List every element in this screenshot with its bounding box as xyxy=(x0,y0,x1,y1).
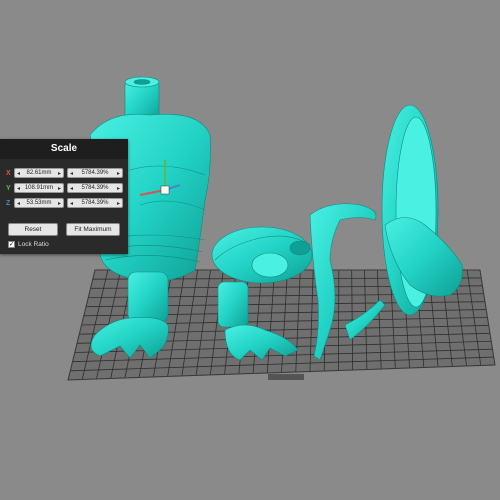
lock-ratio-row[interactable]: ✓ Lock Ratio xyxy=(8,241,49,248)
scale-panel: Scale X ◂ 82.61mm ▸ ◂ 5784.39% ▸ Y ◂ 108… xyxy=(0,139,128,254)
x-percent-input[interactable]: ◂ 5784.39% ▸ xyxy=(67,168,123,178)
scale-row-x: X ◂ 82.61mm ▸ ◂ 5784.39% ▸ xyxy=(6,167,123,179)
scale-row-z: Z ◂ 53.53mm ▸ ◂ 5784.39% ▸ xyxy=(6,197,123,209)
axis-x-label: X xyxy=(6,169,11,177)
x-mm-input[interactable]: ◂ 82.61mm ▸ xyxy=(14,168,64,178)
y-percent-input[interactable]: ◂ 5784.39% ▸ xyxy=(67,183,123,193)
reset-button[interactable]: Reset xyxy=(8,223,58,236)
axis-y-label: Y xyxy=(6,184,11,192)
x-percent-value: 5784.39% xyxy=(81,170,109,176)
lock-ratio-checkbox[interactable]: ✓ xyxy=(8,241,15,248)
triangle-right-icon[interactable]: ▸ xyxy=(58,200,61,207)
triangle-right-icon[interactable]: ▸ xyxy=(117,200,120,207)
triangle-right-icon[interactable]: ▸ xyxy=(117,170,120,177)
triangle-left-icon[interactable]: ◂ xyxy=(17,185,20,192)
scale-panel-title: Scale xyxy=(0,139,128,159)
y-percent-value: 5784.39% xyxy=(81,185,109,191)
z-percent-input[interactable]: ◂ 5784.39% ▸ xyxy=(67,198,123,208)
checkmark-icon: ✓ xyxy=(9,242,15,248)
axis-z-label: Z xyxy=(6,199,11,207)
triangle-right-icon[interactable]: ▸ xyxy=(58,185,61,192)
plate-origin-marker xyxy=(268,374,304,380)
triangle-left-icon[interactable]: ◂ xyxy=(70,170,73,177)
z-percent-value: 5784.39% xyxy=(81,200,109,206)
scale-row-y: Y ◂ 108.91mm ▸ ◂ 5784.39% ▸ xyxy=(6,182,123,194)
triangle-left-icon[interactable]: ◂ xyxy=(17,170,20,177)
model-head[interactable] xyxy=(211,226,313,284)
y-mm-input[interactable]: ◂ 108.91mm ▸ xyxy=(14,183,64,193)
triangle-right-icon[interactable]: ▸ xyxy=(58,170,61,177)
triangle-left-icon[interactable]: ◂ xyxy=(70,200,73,207)
triangle-right-icon[interactable]: ▸ xyxy=(117,185,120,192)
z-mm-value: 53.53mm xyxy=(26,200,52,206)
y-mm-value: 108.91mm xyxy=(24,185,54,191)
triangle-left-icon[interactable]: ◂ xyxy=(17,200,20,207)
x-mm-value: 82.61mm xyxy=(26,170,52,176)
z-mm-input[interactable]: ◂ 53.53mm ▸ xyxy=(14,198,64,208)
fit-maximum-button[interactable]: Fit Maximum xyxy=(66,223,120,236)
lock-ratio-label: Lock Ratio xyxy=(18,241,49,248)
triangle-left-icon[interactable]: ◂ xyxy=(70,185,73,192)
